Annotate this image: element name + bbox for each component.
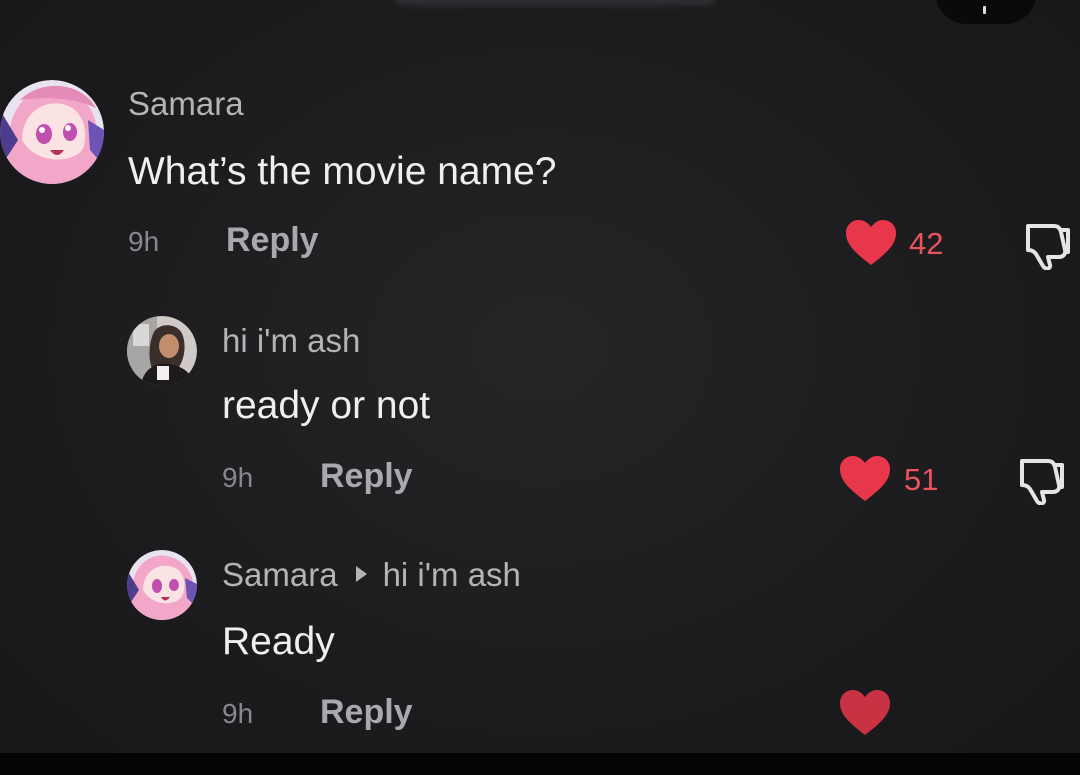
- heart-icon[interactable]: [840, 690, 890, 736]
- reply-item: Samara hi i'm ash Ready 9h Reply: [0, 0, 1080, 750]
- play-triangle-icon: [355, 566, 367, 583]
- avatar[interactable]: [127, 550, 197, 620]
- bottom-bar: [0, 753, 1080, 775]
- comment-text: Ready: [222, 620, 335, 663]
- reply-button[interactable]: Reply: [320, 693, 413, 732]
- comments-screen: Samara What’s the movie name? 9h Reply 4…: [0, 0, 1080, 775]
- comment-username-line: Samara hi i'm ash: [222, 556, 521, 594]
- reply-to-username[interactable]: hi i'm ash: [383, 556, 521, 593]
- comment-username[interactable]: Samara: [222, 556, 338, 593]
- comment-timestamp: 9h: [222, 698, 254, 729]
